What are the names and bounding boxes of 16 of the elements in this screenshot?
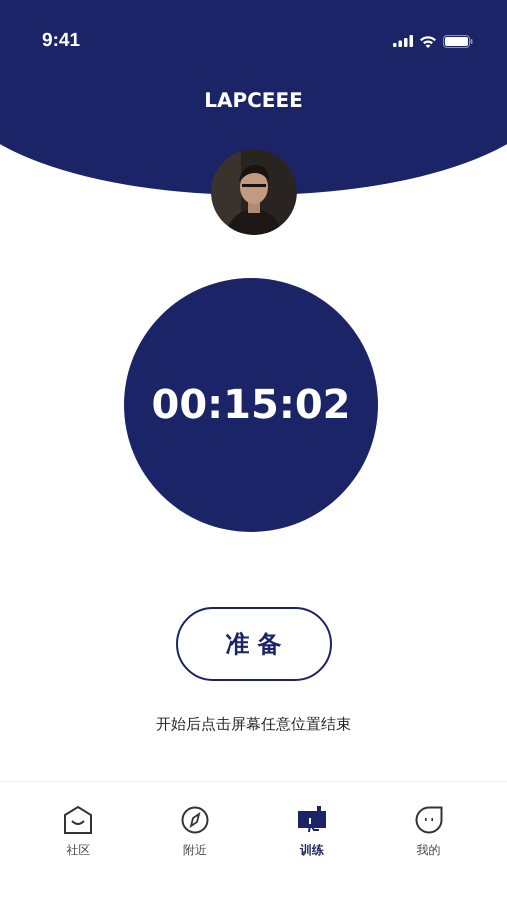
home-icon — [63, 806, 94, 834]
wifi-icon — [419, 34, 437, 48]
signal-icon — [393, 35, 413, 47]
compass-icon — [181, 806, 210, 834]
user-name: LAPCEEE — [204, 88, 303, 112]
tab-item[interactable]: 训练 — [276, 806, 347, 859]
training-icon — [296, 806, 327, 834]
hint-text: 开始后点击屏幕任意位置结束 — [156, 715, 351, 734]
battery-icon — [443, 34, 473, 48]
face-icon — [414, 806, 443, 834]
tab-item[interactable]: 附近 — [160, 806, 230, 859]
tab-item[interactable]: 社区 — [43, 806, 114, 859]
status-time: 9:41 — [42, 30, 80, 52]
ready-button[interactable]: 准 备 — [176, 607, 332, 681]
tab-item[interactable]: 我的 — [394, 806, 464, 859]
timer-value: 00:15:02 — [152, 382, 350, 428]
